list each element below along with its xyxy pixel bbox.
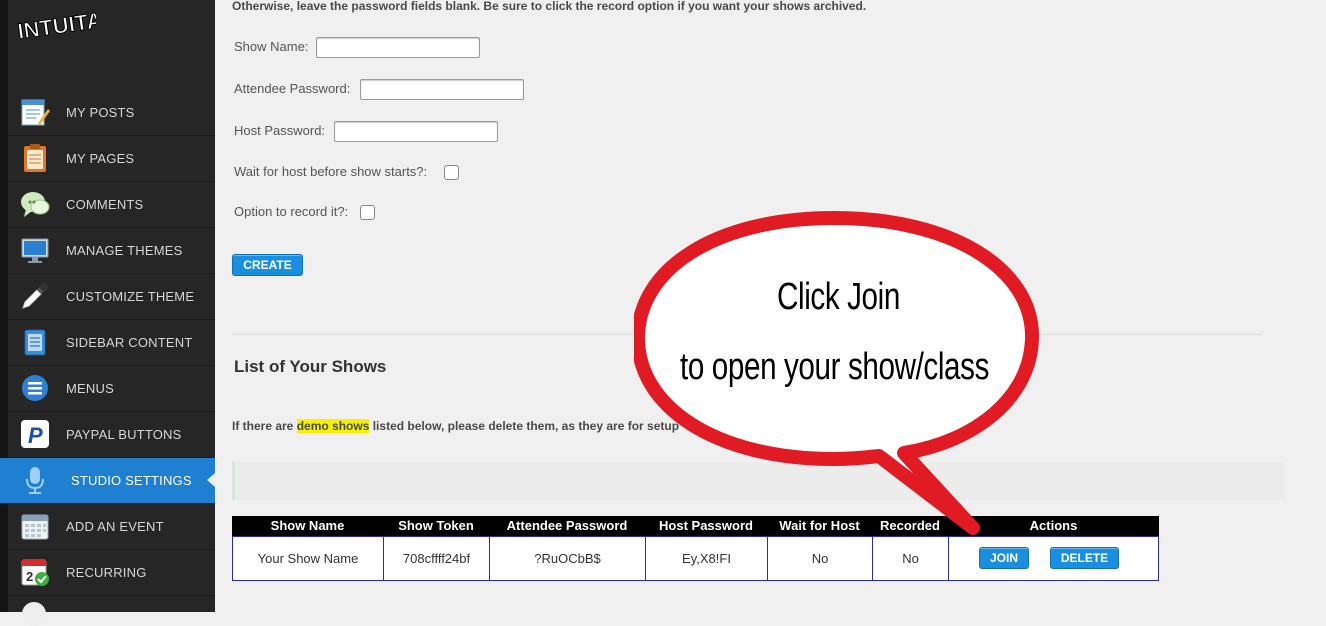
eyedropper-icon — [22, 283, 48, 309]
host-password-input[interactable] — [334, 121, 498, 142]
sidebar: INTUITALKS MY POSTS MY PAGES COMMENTS MA… — [0, 0, 215, 626]
callout-line-2: to open your show/class — [680, 346, 990, 388]
sidebar-item-label: MANAGE THEMES — [66, 243, 183, 258]
calendar-recurring-icon: 2 — [21, 559, 49, 586]
sidebar-item-partial-icon — [22, 602, 46, 626]
sidebar-item-sidebar-content[interactable]: SIDEBAR CONTENT — [8, 320, 215, 366]
sidebar-item-label: STUDIO SETTINGS — [71, 473, 192, 488]
cell-actions: JOIN DELETE — [949, 537, 1158, 580]
column-header-attendee-password: Attendee Password — [506, 518, 628, 533]
cell-show-token: 708cffff24bf — [384, 537, 490, 580]
intuitalks-logo[interactable]: INTUITALKS — [14, 2, 96, 46]
menu-icon — [22, 375, 48, 401]
sidebar-item-label: PAYPAL BUTTONS — [66, 427, 182, 442]
join-button[interactable]: JOIN — [979, 547, 1029, 569]
cell-recorded: No — [873, 537, 949, 580]
wait-for-host-checkbox[interactable] — [444, 165, 459, 180]
table-row: Your Show Name 708cffff24bf ?RuOCbB$ Ey,… — [232, 536, 1159, 581]
sidebar-item-label: MY PAGES — [66, 151, 135, 166]
column-header-show-token: Show Token — [398, 518, 474, 533]
attendee-password-input[interactable] — [360, 79, 524, 100]
cell-attendee-password: ?RuOCbB$ — [490, 537, 646, 580]
column-header-show-name: Show Name — [270, 518, 345, 533]
sidebar-item-studio-settings[interactable]: STUDIO SETTINGS — [0, 458, 215, 504]
svg-text:2: 2 — [26, 569, 33, 584]
sidebar-item-comments[interactable]: COMMENTS — [8, 182, 215, 228]
clipboard-icon — [24, 144, 46, 172]
host-password-label: Host Password: — [234, 123, 326, 138]
notice-suffix: listed below, please delete them, as the… — [369, 419, 680, 433]
sidebar-item-recurring[interactable]: 2 RECURRING — [8, 550, 215, 596]
sidebar-item-label: RECURRING — [66, 565, 147, 580]
shows-section-title: List of Your Shows — [234, 357, 387, 376]
demo-shows-notice: If there are demo shows listed below, pl… — [232, 419, 679, 433]
show-name-input[interactable] — [316, 37, 480, 58]
create-button[interactable]: CREATE — [232, 254, 303, 276]
monitor-icon — [21, 238, 49, 263]
active-caret — [207, 473, 215, 487]
cell-wait-for-host: No — [768, 537, 873, 580]
notice-highlight: demo shows — [296, 419, 370, 433]
sidebar-item-label: ADD AN EVENT — [66, 519, 164, 534]
sidebar-item-manage-themes[interactable]: MANAGE THEMES — [8, 228, 215, 274]
comments-icon — [21, 192, 50, 217]
join-callout: Click Join to open your show/class — [634, 210, 1039, 540]
paypal-icon: P — [21, 420, 49, 448]
form-intro-text: Otherwise, leave the password fields bla… — [232, 0, 867, 13]
sidebar-item-add-an-event[interactable]: ADD AN EVENT — [8, 504, 215, 550]
svg-text:P: P — [28, 423, 43, 448]
sidebar-icon — [24, 329, 46, 356]
sidebar-edge — [0, 0, 8, 612]
sidebar-item-label: MY POSTS — [66, 105, 135, 120]
sidebar-item-my-posts[interactable]: MY POSTS — [8, 90, 215, 136]
delete-button[interactable]: DELETE — [1050, 547, 1119, 569]
cell-show-name: Your Show Name — [233, 537, 384, 580]
microphone-icon — [26, 467, 44, 494]
sidebar-item-label: CUSTOMIZE THEME — [66, 289, 195, 304]
calendar-icon — [21, 514, 49, 540]
sidebar-item-my-pages[interactable]: MY PAGES — [8, 136, 215, 182]
record-option-label: Option to record it?: — [234, 204, 349, 219]
notice-prefix: If there are — [232, 419, 297, 433]
sidebar-item-customize-theme[interactable]: CUSTOMIZE THEME — [8, 274, 215, 320]
show-name-label: Show Name: — [234, 39, 309, 54]
edit-post-icon — [21, 99, 50, 126]
attendee-password-label: Attendee Password: — [234, 81, 351, 96]
record-option-checkbox[interactable] — [360, 205, 375, 220]
sidebar-item-menus[interactable]: MENUS — [8, 366, 215, 412]
sidebar-item-label: COMMENTS — [66, 197, 144, 212]
sidebar-item-label: MENUS — [66, 381, 114, 396]
callout-line-1: Click Join — [777, 276, 900, 318]
sidebar-item-paypal-buttons[interactable]: P PAYPAL BUTTONS — [8, 412, 215, 458]
cell-host-password: Ey,X8!FI — [646, 537, 768, 580]
sidebar-item-label: SIDEBAR CONTENT — [66, 335, 193, 350]
wait-for-host-label: Wait for host before show starts?: — [234, 164, 428, 179]
